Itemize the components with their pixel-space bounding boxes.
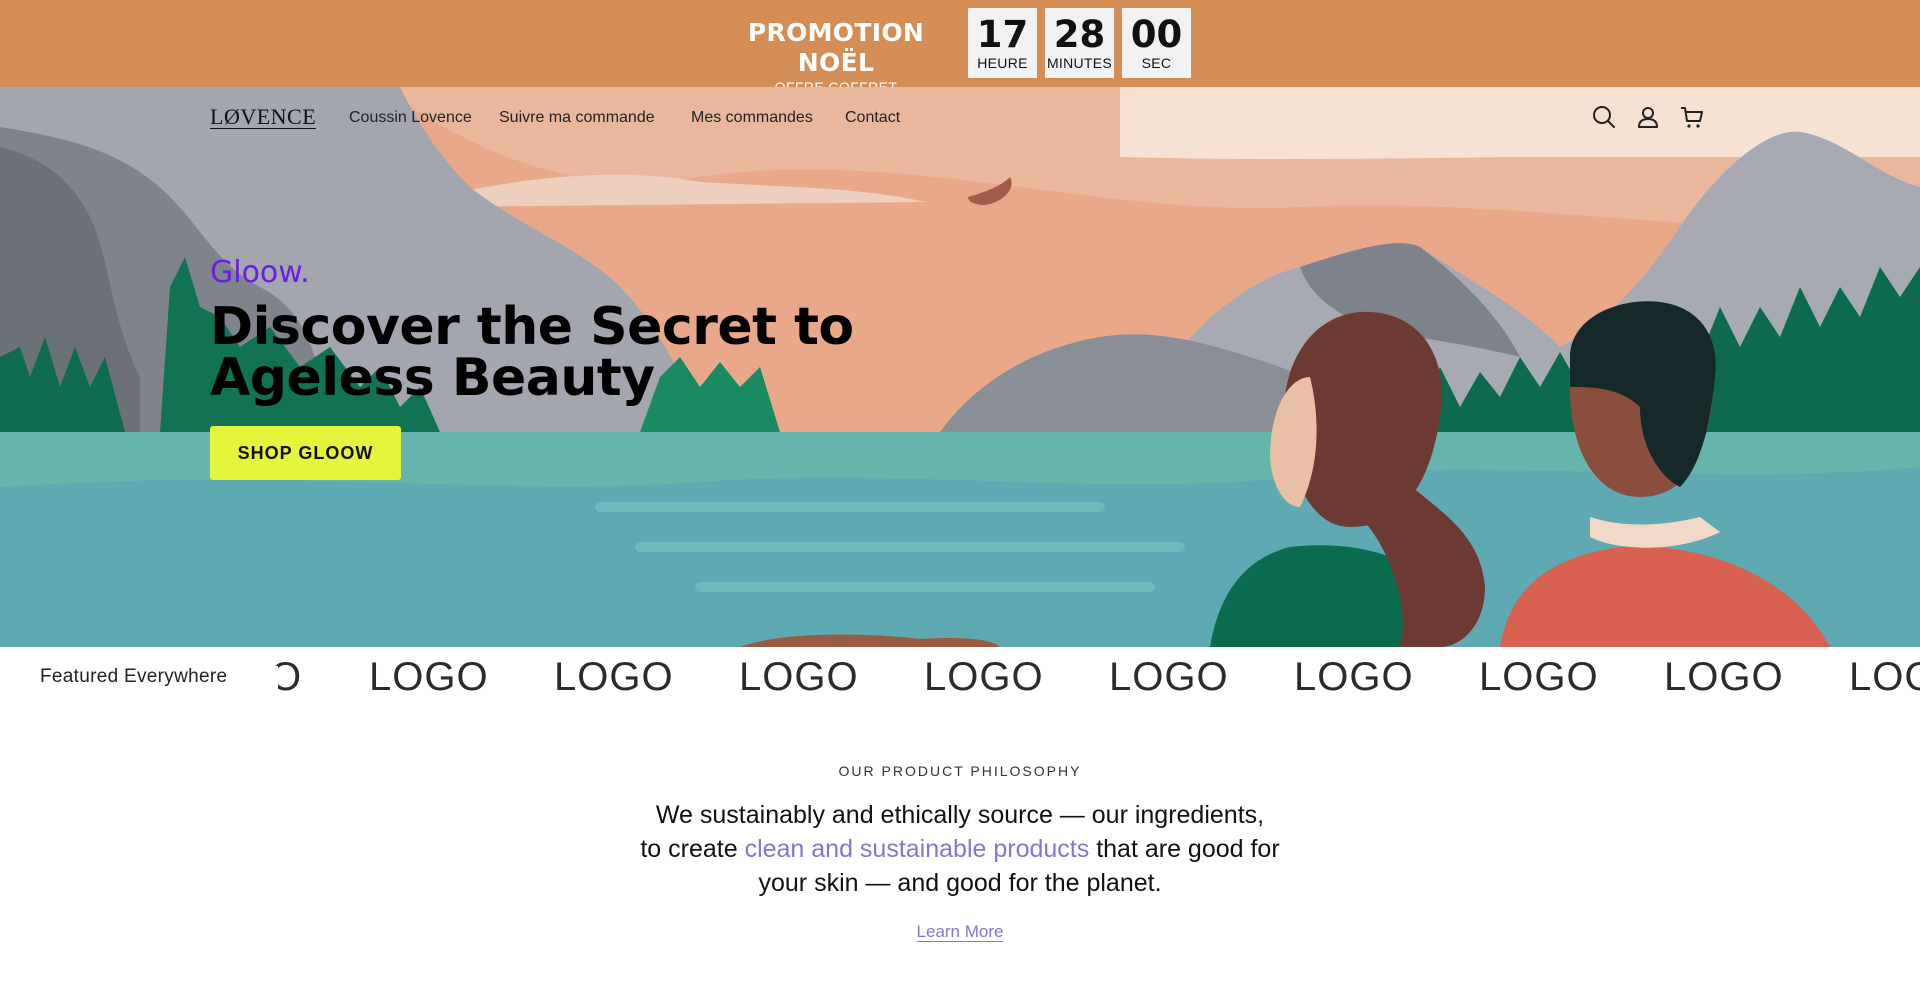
hero-kicker: Gloow. [210,255,310,290]
featured-logo: LOGO [1479,655,1599,699]
countdown-hours-label: HEURE [977,55,1028,71]
featured-logo: LOGO [1664,655,1784,699]
promo-bar: PROMOTION NOËL OFFRE COFFRET 17 HEURE 28… [0,0,1920,95]
learn-more-link-wrap: Learn More [0,922,1920,942]
featured-logo: LOGO [554,655,674,699]
philosophy-kicker: OUR PRODUCT PHILOSOPHY [838,763,1082,779]
featured-logo-strip: O LOGO LOGO LOGO LOGO LOGO LOGO LOGO LOG… [0,647,1920,709]
countdown-minutes-value: 28 [1053,13,1106,56]
nav-coussin-lovence[interactable]: Coussin Lovence [349,108,472,128]
countdown-hours: 17 HEURE [968,8,1037,78]
featured-logo: LOG [1849,655,1920,699]
featured-label: Featured Everywhere [40,666,278,696]
countdown-minutes-label: MINUTES [1046,55,1113,71]
philosophy-line-3: your skin — and good for the planet. [758,869,1162,897]
site-logo[interactable]: LØVENCE [210,106,317,129]
cart-icon[interactable] [1679,104,1705,130]
featured-logo: LOGO [739,655,859,699]
featured-logo: LOGO [924,655,1044,699]
promo-text: PROMOTION NOËL OFFRE COFFRET [714,18,958,96]
philosophy-line-1: We sustainably and ethically source — ou… [655,801,1265,829]
philosophy-line-2-pre: to create [640,835,745,863]
promo-title: PROMOTION NOËL [747,18,925,77]
featured-logo: LOGO [369,655,489,699]
shop-gloow-button[interactable]: SHOP GLOOW [210,426,401,480]
philosophy-highlight: clean and sustainable products [744,835,1090,863]
countdown-seconds-value: 00 [1130,13,1183,56]
account-icon[interactable] [1635,104,1661,130]
nav-contact[interactable]: Contact [845,108,900,128]
nav-mes-commandes[interactable]: Mes commandes [691,108,813,128]
philosophy-line-2: to create clean and sustainable products… [560,832,1360,866]
search-icon[interactable] [1591,104,1617,130]
philosophy-line-2-post: that are good for [1089,835,1280,863]
countdown-seconds-label: SEC [1141,55,1172,71]
countdown-hours-value: 17 [976,13,1029,56]
featured-logo: LOGO [1294,655,1414,699]
hero-title: Discover the Secret to Ageless Beauty [210,297,854,408]
featured-logo: LOGO [1109,655,1229,699]
philosophy-body: We sustainably and ethically source — ou… [560,798,1360,900]
countdown-seconds: 00 SEC [1122,8,1191,78]
countdown-minutes: 28 MINUTES [1045,8,1114,78]
nav-suivre-commande[interactable]: Suivre ma commande [499,108,655,128]
learn-more-link[interactable]: Learn More [916,922,1004,942]
